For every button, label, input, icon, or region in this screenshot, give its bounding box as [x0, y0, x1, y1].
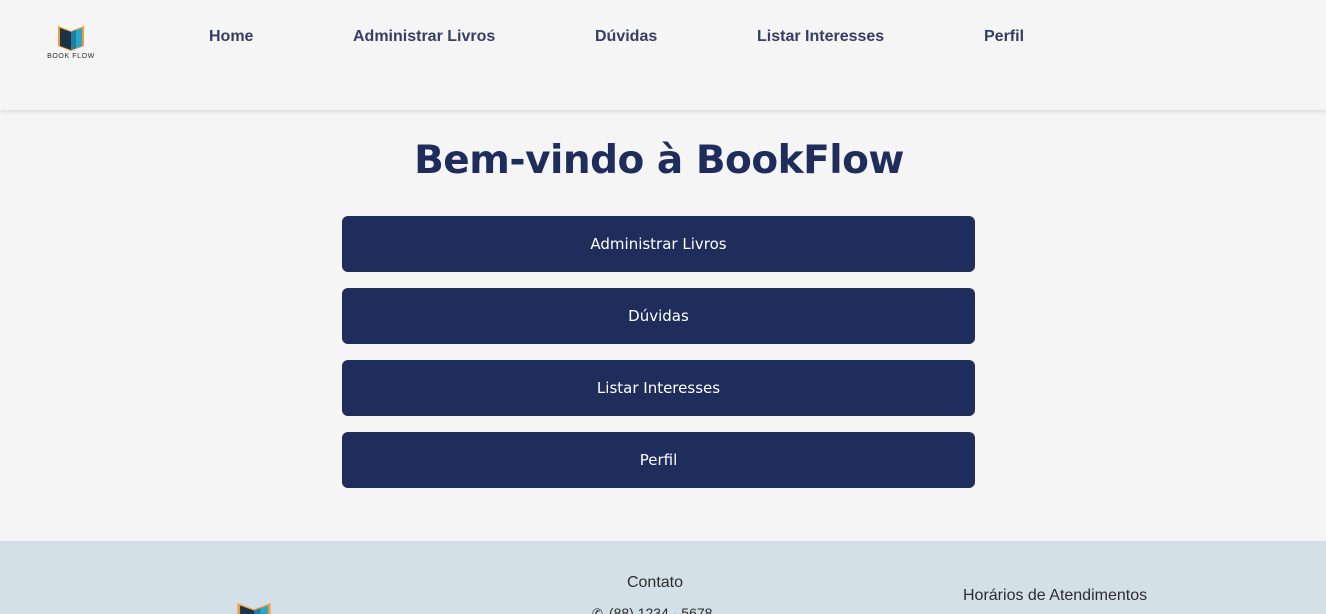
phone-icon: ✆ [592, 606, 603, 614]
footer-contact-title: Contato [626, 574, 684, 591]
page-title: Bem-vindo à BookFlow [414, 138, 904, 183]
nav-duvidas[interactable]: Dúvidas [595, 28, 657, 46]
duvidas-button[interactable]: Dúvidas [342, 288, 975, 344]
nav-listar-interesses[interactable]: Listar Interesses [757, 28, 884, 46]
nav-perfil[interactable]: Perfil [984, 28, 1024, 46]
site-header: BOOK FLOW Home Administrar Livros Dúvida… [0, 0, 1326, 110]
main-content: Bem-vindo à BookFlow Administrar Livros … [0, 110, 1326, 541]
administrar-livros-button[interactable]: Administrar Livros [342, 216, 975, 272]
main-nav: Home Administrar Livros Dúvidas Listar I… [0, 28, 1326, 50]
book-logo-icon [237, 603, 271, 614]
nav-home[interactable]: Home [209, 28, 253, 46]
footer-phone: ✆ (88) 1234 - 5678 [592, 605, 712, 614]
footer-phone-number: (88) 1234 - 5678 [608, 605, 713, 614]
listar-interesses-button[interactable]: Listar Interesses [342, 360, 975, 416]
logo-wordmark: BOOK FLOW [47, 53, 95, 60]
site-footer: Contato ✆ (88) 1234 - 5678 Horários de At… [0, 541, 1326, 614]
nav-administrar-livros[interactable]: Administrar Livros [353, 28, 495, 46]
footer-hours-title: Horários de Atendimentos [963, 587, 1148, 604]
footer-logo [235, 598, 273, 614]
perfil-button[interactable]: Perfil [342, 432, 975, 488]
